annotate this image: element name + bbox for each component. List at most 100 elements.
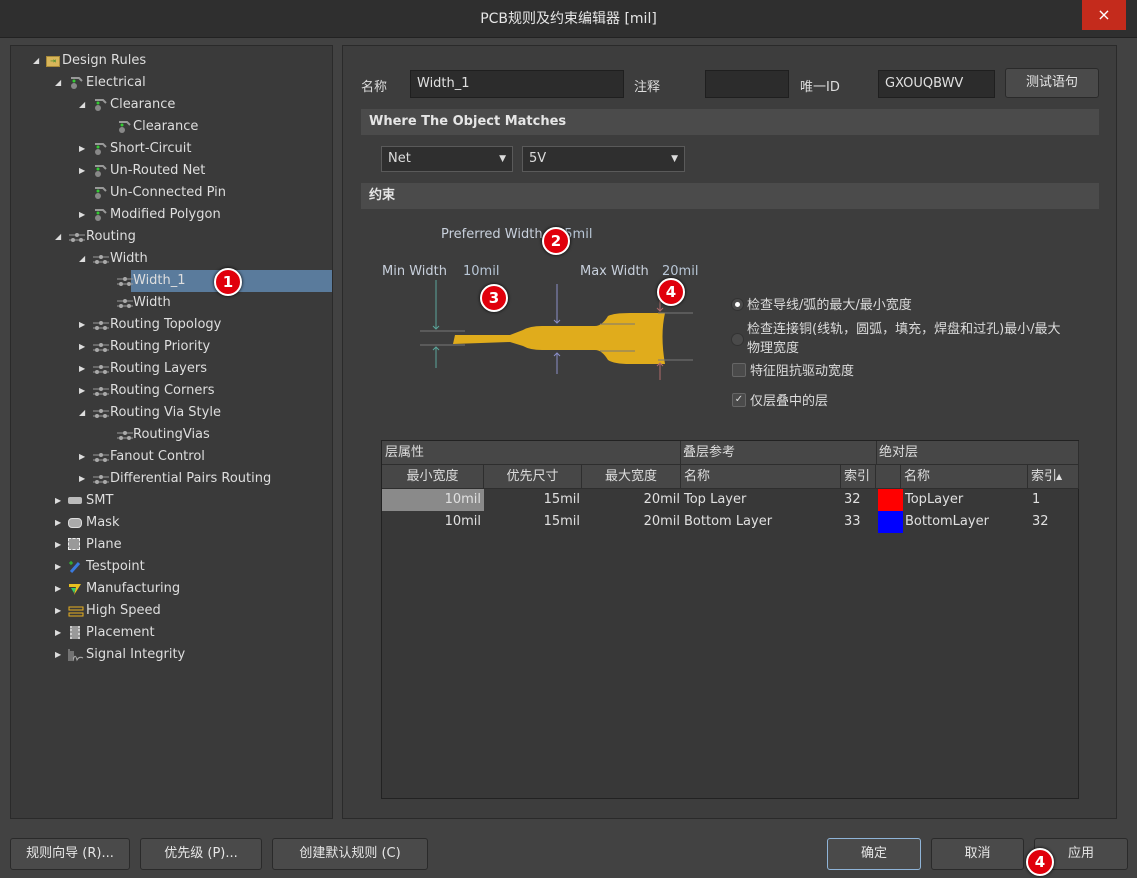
tree-item-label: Mask <box>86 515 120 530</box>
electrical-rule-icon <box>92 98 107 112</box>
tree-item-label: Differential Pairs Routing <box>110 471 272 486</box>
preferred-width-cell[interactable]: 15mil <box>484 489 580 511</box>
priorities-button[interactable]: 优先级 (P)... <box>140 838 262 870</box>
tree-item-label: Routing <box>86 229 136 244</box>
expand-arrow-icon[interactable]: ▶ <box>55 512 61 534</box>
column-header[interactable]: 索引 <box>841 465 876 489</box>
annotation-badge-4-apply: 4 <box>1026 848 1054 876</box>
routing-rule-icon <box>116 296 133 310</box>
comment-input[interactable] <box>705 70 789 98</box>
expand-arrow-icon[interactable]: ▶ <box>79 380 85 402</box>
collapse-arrow-icon[interactable]: ◢ <box>79 402 85 424</box>
annotation-badge-3: 3 <box>480 284 508 312</box>
tree-item-fanout-control[interactable]: ▶ Fanout Control <box>11 446 332 468</box>
rule-wizard-button[interactable]: 规则向导 (R)... <box>10 838 130 870</box>
rules-tree[interactable]: ◢ ⇥ Design Rules ◢ Electrical ◢ Clearance Clear… <box>10 45 333 819</box>
expand-arrow-icon[interactable]: ▶ <box>79 204 85 226</box>
expand-arrow-icon[interactable]: ▶ <box>79 138 85 160</box>
expand-arrow-icon[interactable]: ▶ <box>55 556 61 578</box>
tree-item-testpoint[interactable]: ▶ Testpoint <box>11 556 332 578</box>
tree-item-mask[interactable]: ▶ Mask <box>11 512 332 534</box>
cancel-button[interactable]: 取消 <box>931 838 1024 870</box>
max-width-cell[interactable]: 20mil <box>582 489 680 511</box>
tree-item-modified-polygon[interactable]: ▶ Modified Polygon <box>11 204 332 226</box>
column-header[interactable] <box>876 465 901 489</box>
tree-item-manufacturing[interactable]: ▶ Manufacturing <box>11 578 332 600</box>
tree-item-routing-via-style[interactable]: ◢ Routing Via Style <box>11 402 332 424</box>
tree-item-un-connected-pin[interactable]: Un-Connected Pin <box>11 182 332 204</box>
expand-arrow-icon[interactable]: ▶ <box>55 534 61 556</box>
checkbox-checked-icon[interactable]: ✓ <box>732 393 746 407</box>
column-header[interactable]: 名称 <box>681 465 841 489</box>
match-type-select[interactable]: Net ▼ <box>381 146 513 172</box>
tree-item-width-1[interactable]: Width_1 <box>11 270 332 292</box>
layer-index-cell: 1 <box>1032 492 1041 507</box>
checkbox-unchecked-icon[interactable] <box>732 363 746 377</box>
preferred-width-cell[interactable]: 15mil <box>484 511 580 533</box>
column-header[interactable]: 最小宽度 <box>382 465 484 489</box>
tree-item-plane[interactable]: ▶ Plane <box>11 534 332 556</box>
tree-item-routing-corners[interactable]: ▶ Routing Corners <box>11 380 332 402</box>
match-value-select[interactable]: 5V ▼ <box>522 146 685 172</box>
tree-item-routing-layers[interactable]: ▶ Routing Layers <box>11 358 332 380</box>
radio-checked-icon[interactable] <box>731 298 744 311</box>
create-default-rules-button[interactable]: 创建默认规则 (C) <box>272 838 428 870</box>
tree-item-width[interactable]: ◢ Width <box>11 248 332 270</box>
collapse-arrow-icon[interactable]: ◢ <box>33 50 39 72</box>
tree-item-differential-pairs-routing[interactable]: ▶ Differential Pairs Routing <box>11 468 332 490</box>
layer-width-table[interactable]: 层属性 叠层参考 绝对层 最小宽度 优先尺寸 最大宽度 名称 索引 名称 索引 ▲ 10mil 15mi… <box>381 440 1079 799</box>
tree-item-electrical[interactable]: ◢ Electrical <box>11 72 332 94</box>
electrical-rule-icon <box>116 120 131 134</box>
close-button[interactable]: × <box>1082 0 1126 30</box>
column-header[interactable]: 索引 <box>1028 465 1079 489</box>
expand-arrow-icon[interactable]: ▶ <box>79 314 85 336</box>
expand-arrow-icon[interactable]: ▶ <box>55 600 61 622</box>
expand-arrow-icon[interactable]: ▶ <box>55 578 61 600</box>
ok-button[interactable]: 确定 <box>827 838 921 870</box>
tree-item-placement[interactable]: ▶ Placement <box>11 622 332 644</box>
tree-item-label: Modified Polygon <box>110 207 221 222</box>
expand-arrow-icon[interactable]: ▶ <box>79 336 85 358</box>
stack-index-cell: 32 <box>844 492 861 507</box>
tree-item-label: Width <box>110 251 148 266</box>
tree-item-routing[interactable]: ◢ Routing <box>11 226 332 248</box>
expand-arrow-icon[interactable]: ▶ <box>55 622 61 644</box>
collapse-arrow-icon[interactable]: ◢ <box>79 248 85 270</box>
collapse-arrow-icon[interactable]: ◢ <box>55 226 61 248</box>
tree-item-routing-topology[interactable]: ▶ Routing Topology <box>11 314 332 336</box>
max-width-cell[interactable]: 20mil <box>582 511 680 533</box>
tree-item-clearance[interactable]: ◢ Clearance <box>11 94 332 116</box>
name-input[interactable]: Width_1 <box>410 70 624 98</box>
tree-item-smt[interactable]: ▶ SMT <box>11 490 332 512</box>
min-width-value: 10mil <box>463 264 500 279</box>
expand-arrow-icon[interactable]: ▶ <box>79 446 85 468</box>
tree-item-short-circuit[interactable]: ▶ Short-Circuit <box>11 138 332 160</box>
collapse-arrow-icon[interactable]: ◢ <box>79 94 85 116</box>
tree-item-clearance[interactable]: Clearance <box>11 116 332 138</box>
test-query-button[interactable]: 测试语句 <box>1005 68 1099 98</box>
column-header[interactable]: 名称 <box>901 465 1028 489</box>
tree-item-routingvias[interactable]: RoutingVias <box>11 424 332 446</box>
radio-unchecked-icon[interactable] <box>731 333 744 346</box>
tree-item-routing-priority[interactable]: ▶ Routing Priority <box>11 336 332 358</box>
tree-item-label: Un-Routed Net <box>110 163 206 178</box>
unique-id-input[interactable]: GXOUQBWV <box>878 70 995 98</box>
electrical-rule-icon <box>92 142 107 156</box>
min-width-cell[interactable]: 10mil <box>382 489 481 511</box>
tree-item-high-speed[interactable]: ▶ High Speed <box>11 600 332 622</box>
expand-arrow-icon[interactable]: ▶ <box>79 160 85 182</box>
tree-item-design-rules[interactable]: ◢ ⇥ Design Rules <box>11 50 332 72</box>
column-header[interactable]: 优先尺寸 <box>484 465 582 489</box>
collapse-arrow-icon[interactable]: ◢ <box>55 72 61 94</box>
expand-arrow-icon[interactable]: ▶ <box>55 644 61 666</box>
expand-arrow-icon[interactable]: ▶ <box>79 468 85 490</box>
sort-ascending-icon[interactable]: ▲ <box>1056 465 1068 487</box>
min-width-cell[interactable]: 10mil <box>382 511 481 533</box>
tree-item-un-routed-net[interactable]: ▶ Un-Routed Net <box>11 160 332 182</box>
tree-item-signal-integrity[interactable]: ▶ Signal Integrity <box>11 644 332 666</box>
column-header[interactable]: 最大宽度 <box>582 465 681 489</box>
tree-item-width[interactable]: Width <box>11 292 332 314</box>
expand-arrow-icon[interactable]: ▶ <box>55 490 61 512</box>
manufacturing-icon <box>68 582 82 596</box>
expand-arrow-icon[interactable]: ▶ <box>79 358 85 380</box>
